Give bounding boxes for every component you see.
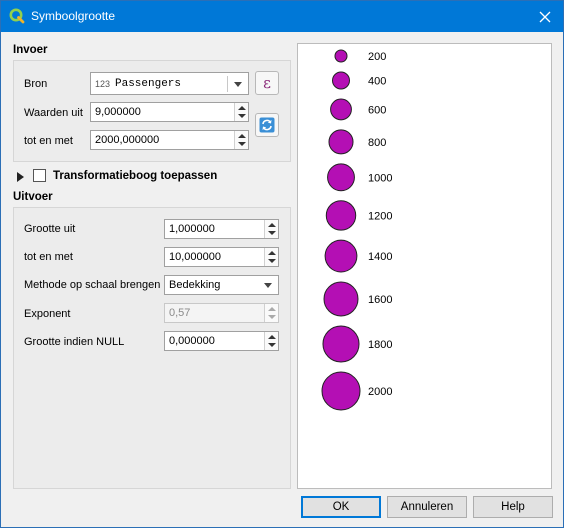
grootte-uit-spinner[interactable] — [264, 220, 278, 238]
waarden-uit-spinner[interactable] — [234, 103, 248, 121]
title-bar[interactable]: Symboolgrootte — [1, 1, 563, 32]
uit-tot-en-met-spinner[interactable] — [264, 248, 278, 266]
legend-symbol-1000 — [327, 163, 355, 192]
grootte-null-value: 0,000000 — [169, 335, 215, 347]
legend-symbols: 200 400 600 800 1000 1200 1400 1600 1800 2000 — [321, 49, 392, 411]
legend-preview: 200 400 600 800 1000 1200 1400 1600 1800 2000 — [297, 43, 552, 489]
grootte-null-label: Grootte indien NULL — [24, 336, 125, 348]
transform-label: Transformatieboog toepassen — [53, 170, 218, 182]
expression-icon: ε — [263, 74, 271, 92]
tot-en-met-value: 2000,000000 — [95, 134, 160, 146]
legend-label-800: 800 — [368, 137, 386, 149]
legend-label-1800: 1800 — [368, 339, 392, 351]
uit-tot-en-met-value: 10,000000 — [169, 251, 221, 263]
spin-up-icon[interactable] — [238, 134, 246, 138]
legend-label-400: 400 — [368, 76, 386, 88]
grootte-null-input[interactable]: 0,000000 — [164, 331, 279, 351]
legend-symbol-600 — [330, 98, 352, 121]
help-button[interactable]: Help — [473, 496, 553, 518]
cancel-button[interactable]: Annuleren — [387, 496, 467, 518]
combo-separator — [227, 76, 228, 92]
spin-up-icon[interactable] — [268, 251, 276, 255]
waarden-uit-value: 9,000000 — [95, 106, 141, 118]
spin-down-icon[interactable] — [268, 231, 276, 235]
spin-down-icon[interactable] — [238, 114, 246, 118]
legend-label-2000: 2000 — [368, 386, 392, 398]
spin-down-icon[interactable] — [268, 343, 276, 347]
grootte-uit-value: 1,000000 — [169, 223, 215, 235]
invoer-title: Invoer — [13, 44, 48, 56]
legend-label-1600: 1600 — [368, 294, 392, 306]
exponent-value: 0,57 — [169, 307, 191, 319]
legend-symbol-1400 — [324, 239, 358, 273]
expand-arrow-icon[interactable] — [17, 172, 24, 182]
legend-symbol-2000 — [321, 371, 361, 411]
field-type-badge: 123 — [95, 79, 111, 89]
methode-label: Methode op schaal brengen — [24, 279, 161, 291]
bron-combo[interactable]: 123 Passengers — [90, 72, 249, 95]
legend-symbol-400 — [332, 71, 350, 90]
legend-symbol-1600 — [323, 281, 359, 317]
legend-label-600: 600 — [368, 104, 386, 116]
ok-button[interactable]: OK — [301, 496, 381, 518]
bron-value: Passengers — [115, 78, 182, 90]
transform-checkbox[interactable] — [33, 169, 46, 182]
invoer-group: Bron 123 Passengers ε Waarden uit 9,0000… — [13, 60, 291, 162]
qgis-logo-icon — [9, 8, 25, 24]
grootte-null-spinner[interactable] — [264, 332, 278, 350]
uitvoer-title: Uitvoer — [13, 191, 53, 203]
legend-symbol-1800 — [322, 325, 360, 363]
spin-up-icon[interactable] — [268, 335, 276, 339]
legend-label-1200: 1200 — [368, 210, 392, 222]
exponent-input: 0,57 — [164, 303, 279, 323]
legend-symbol-800 — [328, 129, 354, 155]
uit-tot-en-met-input[interactable]: 10,000000 — [164, 247, 279, 267]
bron-label: Bron — [24, 78, 48, 90]
methode-value: Bedekking — [169, 279, 221, 291]
grootte-uit-label: Grootte uit — [24, 223, 76, 235]
spin-up-icon[interactable] — [238, 106, 246, 110]
tot-en-met-spinner[interactable] — [234, 131, 248, 149]
uitvoer-group: Grootte uit 1,000000 tot en met 10,00000… — [13, 207, 291, 489]
tot-en-met-label: tot en met — [24, 135, 73, 147]
spin-down-icon[interactable] — [268, 259, 276, 263]
symbol-size-dialog: Symboolgrootte Invoer Bron 123 Passenger… — [0, 0, 564, 528]
chevron-down-icon — [234, 82, 242, 87]
refresh-icon — [259, 117, 275, 133]
legend-label-1400: 1400 — [368, 251, 392, 263]
legend-symbol-1200 — [325, 200, 357, 231]
exponent-spinner — [264, 304, 278, 322]
close-button[interactable] — [527, 1, 563, 32]
tot-en-met-input[interactable]: 2000,000000 — [90, 130, 249, 150]
waarden-uit-label: Waarden uit — [24, 107, 83, 119]
exponent-label: Exponent — [24, 308, 71, 320]
methode-combo[interactable]: Bedekking — [164, 275, 279, 295]
legend-symbol-200 — [334, 49, 348, 63]
spin-up-icon[interactable] — [268, 223, 276, 227]
legend-label-1000: 1000 — [368, 172, 392, 184]
close-icon — [539, 11, 551, 22]
expression-button[interactable]: ε — [255, 71, 279, 95]
spin-down-icon — [268, 315, 276, 319]
refresh-values-button[interactable] — [255, 113, 279, 137]
spin-down-icon[interactable] — [238, 142, 246, 146]
legend-label-200: 200 — [368, 51, 386, 63]
chevron-down-icon — [264, 283, 272, 288]
grootte-uit-input[interactable]: 1,000000 — [164, 219, 279, 239]
spin-up-icon — [268, 307, 276, 311]
uit-tot-en-met-label: tot en met — [24, 251, 73, 263]
waarden-uit-input[interactable]: 9,000000 — [90, 102, 249, 122]
window-title: Symboolgrootte — [31, 9, 116, 23]
